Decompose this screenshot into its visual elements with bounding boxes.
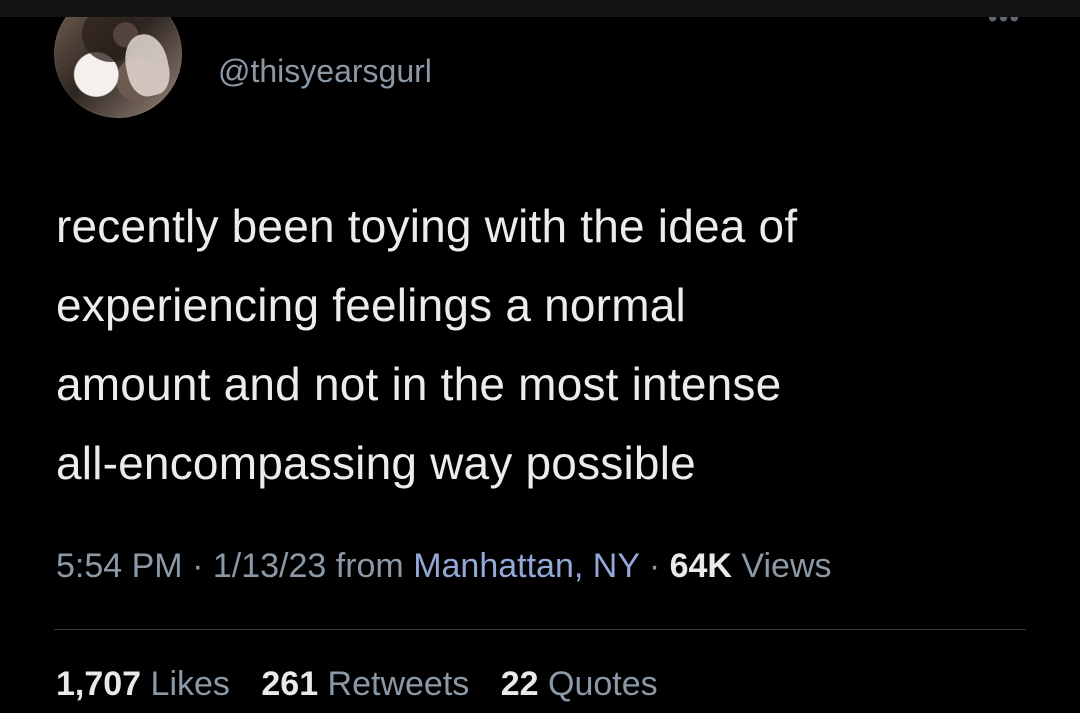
quotes-label: Quotes [538, 665, 658, 703]
tweet-stats: 1,707 Likes 261 Retweets 22 Quotes [56, 665, 1036, 703]
tweet-header: annie @thisyearsgurl ••• [54, 0, 1034, 120]
profile-avatar[interactable] [54, 0, 182, 118]
top-browser-strip [0, 0, 1080, 17]
location-link[interactable]: Manhattan, NY [413, 547, 639, 585]
from-label: from [326, 547, 414, 585]
stats-divider [54, 629, 1026, 630]
tweet-text-line: all-encompassing way possible [56, 437, 696, 489]
tweet-text-line: experiencing feelings a normal [56, 279, 686, 331]
retweets-label: Retweets [318, 665, 470, 703]
tweet-text-line: amount and not in the most intense [56, 358, 782, 410]
tweet-text-line: recently been toying with the idea of [56, 200, 798, 252]
username[interactable]: @thisyearsgurl [218, 53, 432, 89]
metadata-separator: · [182, 547, 213, 585]
tweet-date: 1/13/23 [212, 547, 327, 585]
retweets-stat[interactable]: 261 Retweets [261, 665, 470, 703]
likes-label: Likes [141, 665, 230, 703]
retweets-count: 261 [261, 665, 319, 703]
tweet-text: recently been toying with the idea of ex… [56, 187, 996, 503]
likes-stat[interactable]: 1,707 Likes [56, 665, 230, 703]
tweet-screenshot: annie @thisyearsgurl ••• recently been t… [0, 0, 1080, 713]
quotes-count: 22 [500, 665, 539, 703]
likes-count: 1,707 [56, 665, 142, 703]
metadata-separator: · [639, 547, 670, 585]
views-label: Views [731, 547, 832, 585]
quotes-stat[interactable]: 22 Quotes [500, 665, 658, 703]
views-count: 64K [669, 547, 732, 585]
tweet-time: 5:54 PM [56, 547, 183, 585]
tweet-metadata: 5:54 PM · 1/13/23 from Manhattan, NY · 6… [56, 547, 1036, 585]
